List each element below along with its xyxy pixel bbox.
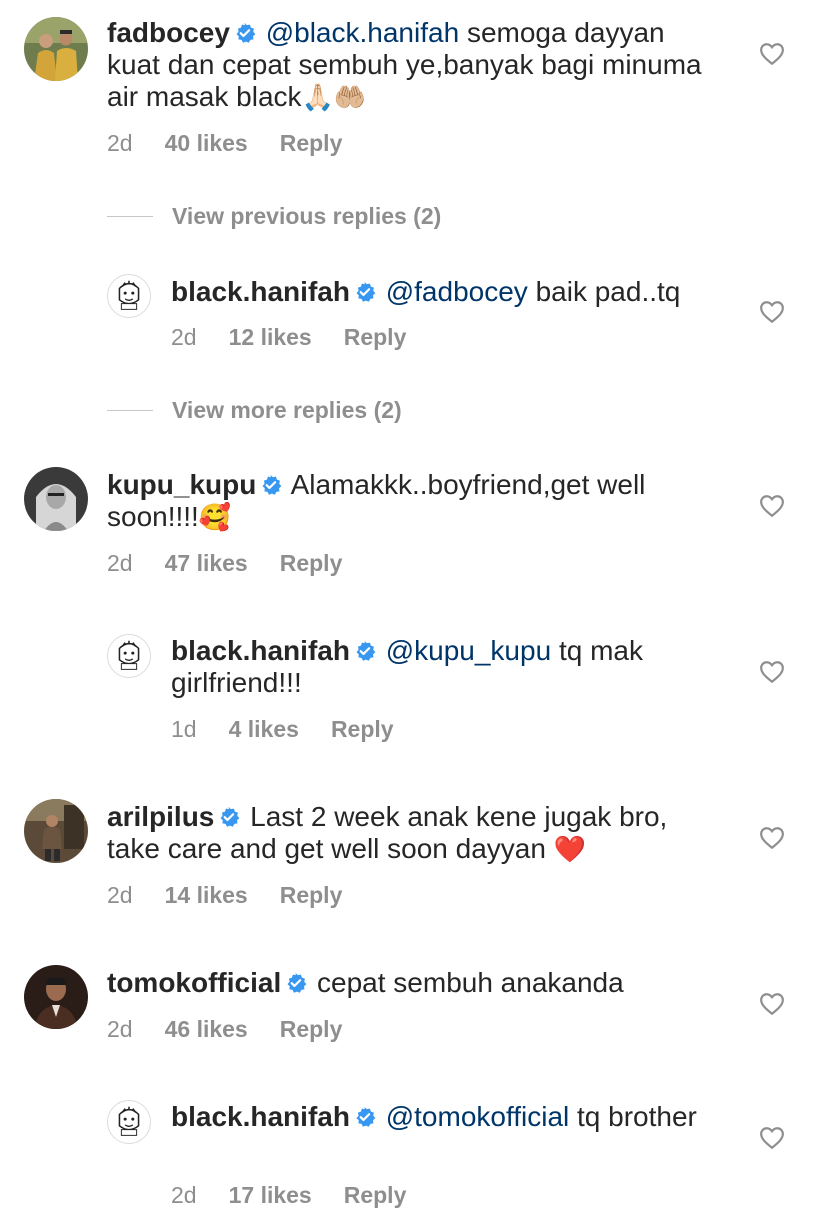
comment-text-continued: kuat dan cepat sembuh ye,banyak bagi min… [107, 49, 702, 112]
timestamp[interactable]: 1d [171, 716, 197, 743]
view-more-replies-button[interactable]: View more replies (2) [107, 395, 402, 425]
comment-body: tomokofficial cepat sembuh anakanda [107, 967, 707, 999]
likes-count[interactable]: 46 likes [165, 1016, 248, 1043]
reply-button[interactable]: Reply [280, 130, 343, 157]
comment-text: semoga dayyan [466, 17, 665, 48]
timestamp[interactable]: 2d [107, 1016, 133, 1043]
likes-count[interactable]: 12 likes [229, 324, 312, 351]
comment-body: black.hanifah @tomokofficial tq brother [171, 1101, 711, 1133]
comment-meta: 2d 12 likes Reply [171, 324, 406, 351]
heart-icon[interactable] [759, 41, 785, 67]
avatar[interactable] [24, 467, 88, 531]
likes-count[interactable]: 4 likes [229, 716, 299, 743]
mention-link[interactable]: @tomokofficial [386, 1101, 570, 1132]
avatar[interactable] [24, 17, 88, 81]
verified-badge-icon [354, 1106, 376, 1128]
username[interactable]: arilpilus [107, 801, 214, 832]
mention-link[interactable]: @fadbocey [386, 276, 528, 307]
timestamp[interactable]: 2d [171, 324, 197, 351]
timestamp[interactable]: 2d [107, 550, 133, 577]
comment-body: black.hanifah @fadbocey baik pad..tq [171, 276, 711, 308]
verified-badge-icon [285, 972, 307, 994]
divider-line [107, 215, 153, 217]
heart-icon[interactable] [759, 991, 785, 1017]
reply-button[interactable]: Reply [280, 882, 343, 909]
mention-link[interactable]: @black.hanifah [266, 17, 459, 48]
username[interactable]: fadbocey [107, 17, 230, 48]
view-more-replies-label: View more replies (2) [172, 396, 402, 423]
heart-icon[interactable] [759, 1125, 785, 1151]
username[interactable]: black.hanifah [171, 635, 350, 666]
view-previous-replies-button[interactable]: View previous replies (2) [107, 201, 441, 231]
view-previous-replies-label: View previous replies (2) [172, 202, 442, 229]
avatar[interactable] [107, 274, 151, 318]
comment-meta: 1d 4 likes Reply [171, 716, 394, 743]
verified-badge-icon [218, 806, 240, 828]
red-heart-emoji: ❤️ [553, 835, 587, 865]
timestamp[interactable]: 2d [171, 1182, 197, 1209]
comment-text: tq brother [577, 1101, 697, 1132]
comment-meta: 2d 47 likes Reply [107, 550, 342, 577]
username[interactable]: black.hanifah [171, 1101, 350, 1132]
comment-body: black.hanifah @kupu_kupu tq mak girlfrie… [171, 635, 711, 699]
comment-text: cepat sembuh anakanda [317, 967, 624, 998]
avatar[interactable] [24, 965, 88, 1029]
reply-button[interactable]: Reply [280, 1016, 343, 1043]
heart-icon[interactable] [759, 659, 785, 685]
avatar[interactable] [107, 634, 151, 678]
comment-meta: 2d 17 likes Reply [171, 1182, 406, 1209]
reply-button[interactable]: Reply [331, 716, 394, 743]
reply-button[interactable]: Reply [344, 1182, 407, 1209]
comment-body: fadbocey @black.hanifah semoga dayyan ku… [107, 17, 707, 114]
praying-hands-emoji: 🙏🏻🤲🏼 [301, 83, 367, 113]
comment-body: arilpilus Last 2 week anak kene jugak br… [107, 801, 707, 866]
heart-icon[interactable] [759, 493, 785, 519]
username[interactable]: tomokofficial [107, 967, 281, 998]
comment-body: kupu_kupu Alamakkk..boyfriend,get well s… [107, 469, 707, 534]
likes-count[interactable]: 47 likes [165, 550, 248, 577]
comment-meta: 2d 46 likes Reply [107, 1016, 342, 1043]
username[interactable]: kupu_kupu [107, 469, 256, 500]
verified-badge-icon [234, 22, 256, 44]
avatar[interactable] [24, 799, 88, 863]
divider-line [107, 409, 153, 411]
verified-badge-icon [354, 640, 376, 662]
reply-button[interactable]: Reply [280, 550, 343, 577]
verified-badge-icon [354, 281, 376, 303]
comment-meta: 2d 14 likes Reply [107, 882, 342, 909]
likes-count[interactable]: 14 likes [165, 882, 248, 909]
timestamp[interactable]: 2d [107, 130, 133, 157]
comment-meta: 2d 40 likes Reply [107, 130, 342, 157]
heart-icon[interactable] [759, 299, 785, 325]
timestamp[interactable]: 2d [107, 882, 133, 909]
likes-count[interactable]: 17 likes [229, 1182, 312, 1209]
username[interactable]: black.hanifah [171, 276, 350, 307]
reply-button[interactable]: Reply [344, 324, 407, 351]
mention-link[interactable]: @kupu_kupu [386, 635, 551, 666]
smiling-hearts-emoji: 🥰 [198, 503, 232, 533]
verified-badge-icon [260, 474, 282, 496]
avatar[interactable] [107, 1100, 151, 1144]
comment-text: baik pad..tq [535, 276, 681, 307]
likes-count[interactable]: 40 likes [165, 130, 248, 157]
heart-icon[interactable] [759, 825, 785, 851]
